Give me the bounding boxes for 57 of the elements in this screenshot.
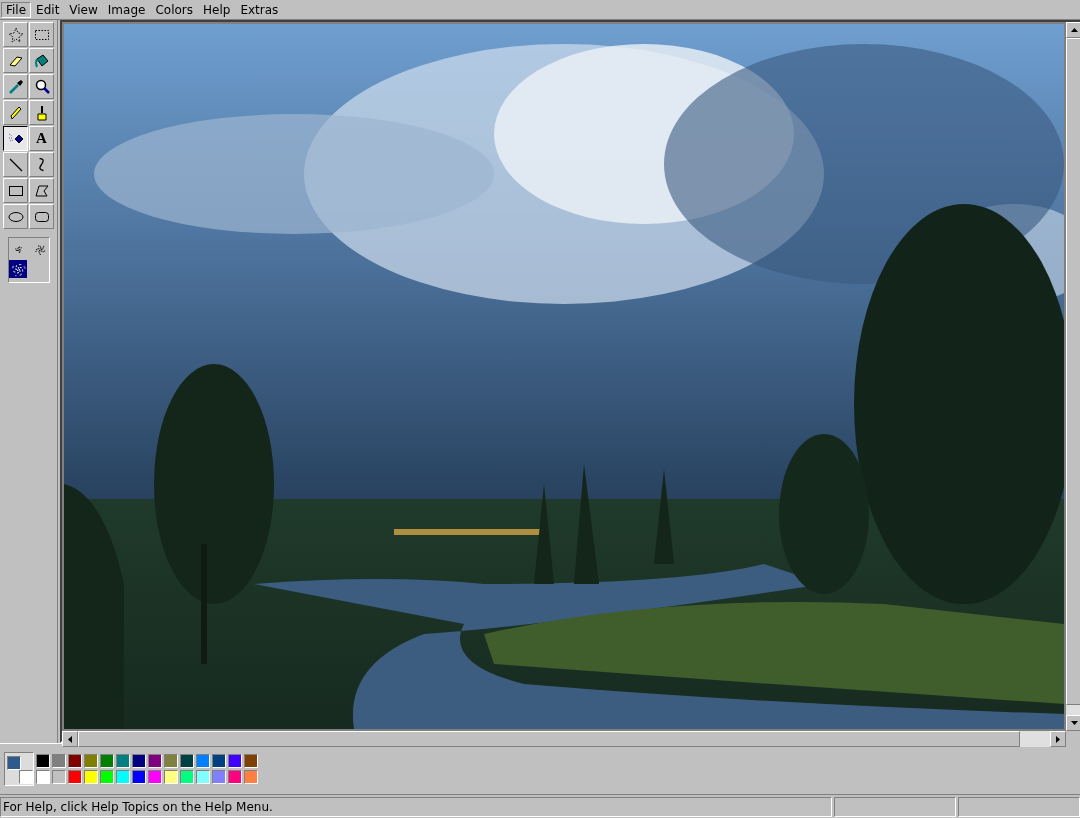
- color-swatch[interactable]: [52, 770, 66, 784]
- color-swatch[interactable]: [52, 754, 66, 768]
- right-arrow-icon: [1056, 735, 1060, 743]
- color-swatch[interactable]: [164, 770, 178, 784]
- down-arrow-icon: [1070, 721, 1078, 725]
- color-swatch[interactable]: [84, 754, 98, 768]
- color-swatch[interactable]: [132, 770, 146, 784]
- tool-button[interactable]: A: [29, 126, 54, 151]
- color-swatch[interactable]: [244, 770, 258, 784]
- spray-dots-large-icon: [9, 261, 26, 277]
- menu-item[interactable]: Colors: [150, 1, 198, 18]
- spray-size-option[interactable]: [32, 242, 47, 256]
- color-swatch[interactable]: [196, 770, 210, 784]
- scroll-right-button[interactable]: [1050, 731, 1066, 747]
- curve-icon: [37, 157, 46, 172]
- color-swatch[interactable]: [212, 770, 226, 784]
- menu-item[interactable]: File: [1, 1, 32, 18]
- scroll-up-button[interactable]: [1066, 22, 1080, 38]
- scrollbar-corner: [1066, 731, 1080, 747]
- color-swatch[interactable]: [228, 754, 242, 768]
- menu-item[interactable]: Help: [198, 1, 236, 18]
- color-swatch[interactable]: [180, 754, 194, 768]
- color-swatch[interactable]: [244, 754, 258, 768]
- color-swatch[interactable]: [196, 754, 210, 768]
- scrollbar-thumb[interactable]: [1066, 38, 1080, 705]
- left-arrow-icon: [68, 735, 72, 743]
- color-swatch[interactable]: [212, 754, 226, 768]
- tool-button[interactable]: [3, 126, 28, 151]
- color-swatch[interactable]: [148, 770, 162, 784]
- color-swatch[interactable]: [68, 770, 82, 784]
- color-swatch[interactable]: [148, 754, 162, 768]
- up-arrow-icon: [1070, 28, 1078, 32]
- color-swatch[interactable]: [68, 754, 82, 768]
- color-swatch[interactable]: [100, 770, 114, 784]
- spray-size-option[interactable]: [8, 260, 27, 278]
- color-swatch[interactable]: [116, 754, 130, 768]
- spray-size-option[interactable]: [12, 244, 23, 254]
- color-swatch[interactable]: [132, 754, 146, 768]
- menu-item[interactable]: Extras: [235, 1, 284, 18]
- scrollbar-thumb[interactable]: [78, 731, 1020, 747]
- spray-dots-medium-icon: [33, 243, 46, 255]
- color-swatch[interactable]: [116, 770, 130, 784]
- color-swatch[interactable]: [100, 754, 114, 768]
- scroll-left-button[interactable]: [62, 731, 78, 747]
- color-swatch[interactable]: [228, 770, 242, 784]
- color-swatch[interactable]: [36, 754, 50, 768]
- color-swatch[interactable]: [36, 770, 50, 784]
- menu-item[interactable]: View: [64, 1, 103, 18]
- scroll-down-button[interactable]: [1066, 715, 1080, 731]
- color-swatch[interactable]: [180, 770, 194, 784]
- menu-item[interactable]: Edit: [31, 1, 65, 18]
- spray-dots-small-icon: [13, 245, 22, 253]
- menu-item[interactable]: Image: [102, 1, 151, 18]
- color-swatch[interactable]: [84, 770, 98, 784]
- star-dashed-icon: [6, 25, 25, 44]
- color-swatch[interactable]: [164, 754, 178, 768]
- status-text: For Help, click Help Topics on the Help Menu.: [3, 800, 273, 814]
